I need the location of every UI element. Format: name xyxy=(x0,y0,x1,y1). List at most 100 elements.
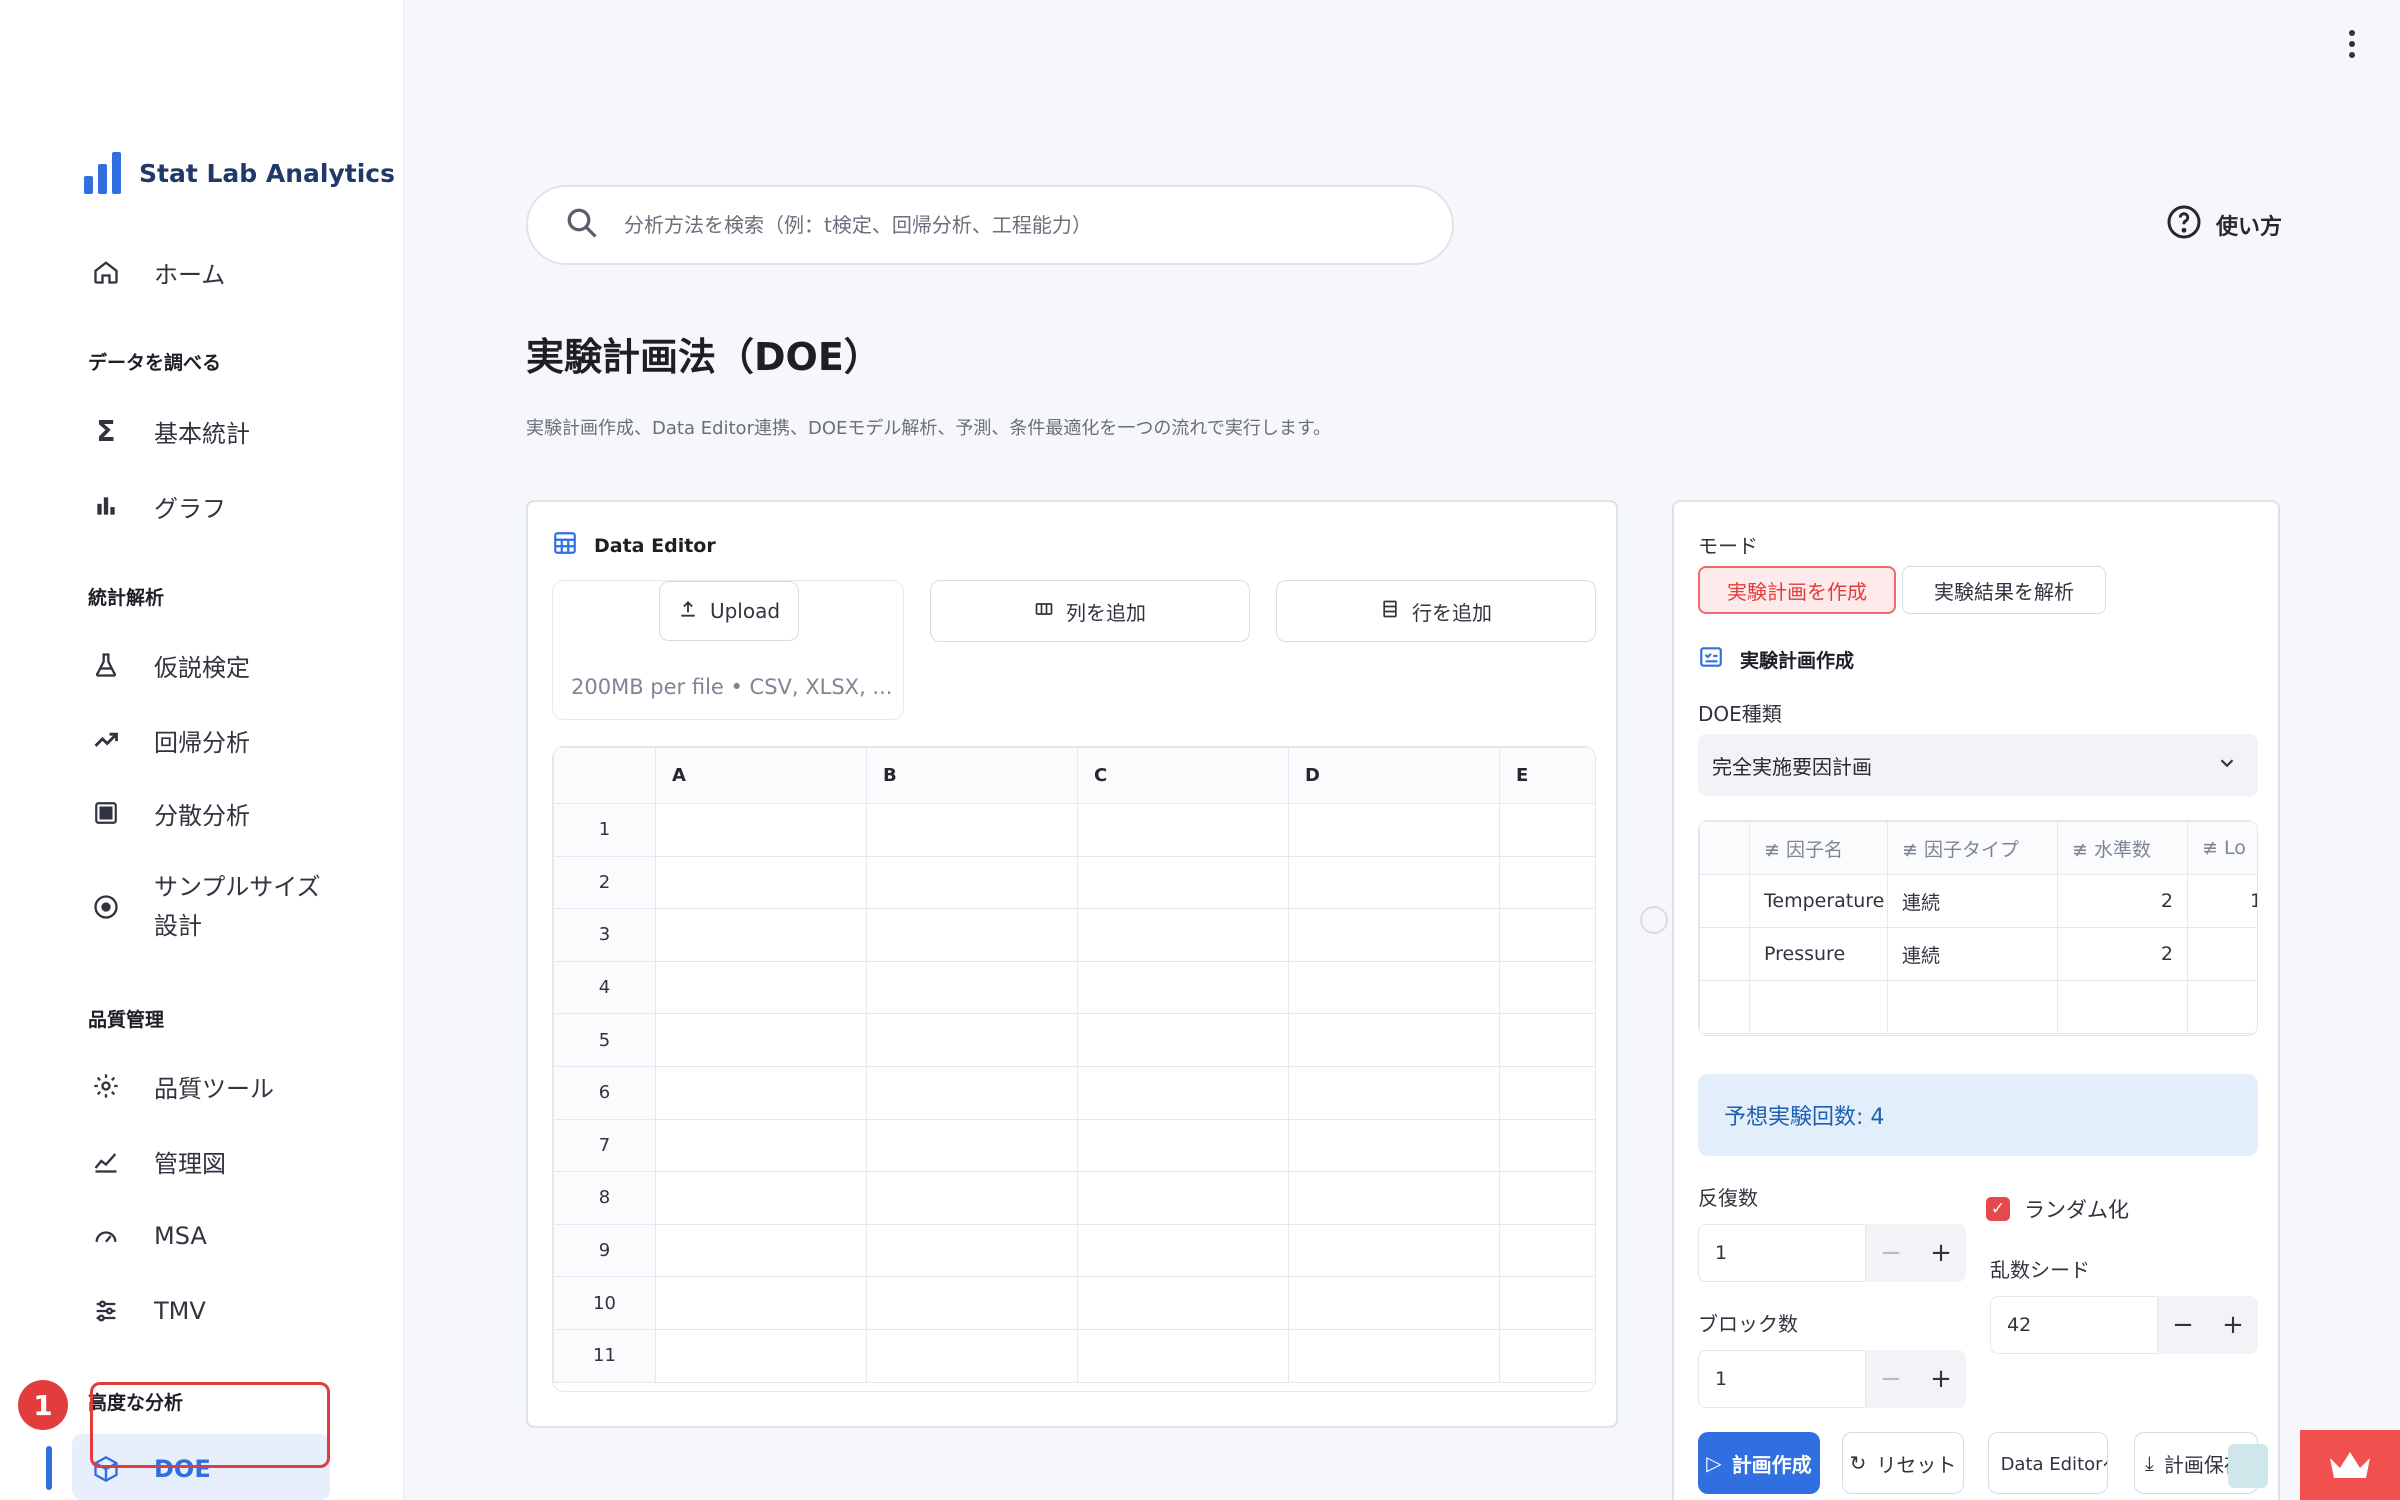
factor-name-cell[interactable]: Pressure xyxy=(1749,927,1888,981)
grid-cell[interactable] xyxy=(1077,803,1289,857)
grid-cell[interactable] xyxy=(866,1065,1078,1120)
column-header[interactable]: E xyxy=(1499,747,1595,804)
factor-type-cell[interactable] xyxy=(1887,980,2058,1034)
mode-analyze-toggle[interactable]: 実験結果を解析 xyxy=(1902,566,2106,614)
grid-cell[interactable] xyxy=(1077,960,1289,1015)
data-grid[interactable]: A B C D E 1 2 3 4 5 6 7 8 9 10 11 xyxy=(552,746,1596,1392)
factor-levels-cell[interactable] xyxy=(2057,980,2188,1034)
grid-cell[interactable] xyxy=(1077,908,1289,962)
sidebar-item-basic-stats[interactable]: Σ 基本統計 xyxy=(84,409,250,453)
grid-cell[interactable] xyxy=(866,1276,1078,1330)
grid-cell[interactable] xyxy=(655,1276,867,1330)
brand[interactable]: Stat Lab Analytics xyxy=(84,152,395,194)
grid-cell[interactable] xyxy=(1288,1223,1500,1278)
upload-dropzone[interactable]: Upload 200MB per file • CSV, XLSX, ... xyxy=(552,580,904,720)
grid-cell[interactable] xyxy=(1499,1276,1595,1330)
seed-input[interactable]: 42 xyxy=(1990,1296,2158,1354)
send-to-editor-button[interactable]: + Data Editorへ xyxy=(1988,1432,2108,1494)
factor-low-cell[interactable] xyxy=(2187,927,2257,981)
increment-icon[interactable]: + xyxy=(1916,1238,1966,1268)
grid-cell[interactable] xyxy=(866,960,1078,1015)
grid-cell[interactable] xyxy=(655,1328,867,1383)
grid-cell[interactable] xyxy=(1499,855,1595,910)
create-plan-button[interactable]: ▷ 計画作成 xyxy=(1698,1432,1820,1494)
doe-type-select[interactable]: 完全実施要因計画 xyxy=(1698,734,2258,796)
grid-cell[interactable] xyxy=(1499,908,1595,962)
seed-stepper[interactable]: 42 − + xyxy=(1990,1296,2258,1354)
blocks-input[interactable]: 1 xyxy=(1698,1350,1866,1408)
replicates-stepper[interactable]: 1 − + xyxy=(1698,1224,1966,1282)
add-row-button[interactable]: 行を追加 xyxy=(1276,580,1596,642)
column-header[interactable]: ≢ 水準数 xyxy=(2057,821,2188,875)
grid-cell[interactable] xyxy=(1499,960,1595,1015)
mode-create-toggle[interactable]: 実験計画を作成 xyxy=(1698,566,1896,614)
grid-cell[interactable] xyxy=(1288,855,1500,910)
increment-icon[interactable]: + xyxy=(1916,1364,1966,1394)
column-header[interactable]: C xyxy=(1077,747,1289,804)
grid-cell[interactable] xyxy=(655,1118,867,1173)
factor-name-cell[interactable] xyxy=(1749,980,1888,1034)
crown-icon[interactable] xyxy=(2300,1430,2400,1500)
grid-cell[interactable] xyxy=(1288,908,1500,962)
factor-type-cell[interactable]: 連続 xyxy=(1887,874,2058,928)
column-header[interactable]: ≢ Lo xyxy=(2187,821,2257,875)
grid-cell[interactable] xyxy=(1077,1328,1289,1383)
grid-cell[interactable] xyxy=(1288,1118,1500,1173)
grid-cell[interactable] xyxy=(1077,1223,1289,1278)
factor-type-cell[interactable]: 連続 xyxy=(1887,927,2058,981)
sidebar-item-msa[interactable]: MSA xyxy=(84,1214,207,1258)
blocks-stepper[interactable]: 1 − + xyxy=(1698,1350,1966,1408)
grid-cell[interactable] xyxy=(1288,1171,1500,1225)
grid-cell[interactable] xyxy=(1077,1171,1289,1225)
factor-table[interactable]: ≢ 因子名 ≢ 因子タイプ ≢ 水準数 ≢ Lo Temperature 連続 … xyxy=(1698,820,2258,1036)
sidebar-item-anova[interactable]: 分散分析 xyxy=(84,791,250,835)
factor-levels-cell[interactable]: 2 xyxy=(2057,874,2188,928)
sidebar-item-control-chart[interactable]: 管理図 xyxy=(84,1139,226,1183)
replicates-input[interactable]: 1 xyxy=(1698,1224,1866,1282)
grid-cell[interactable] xyxy=(1499,803,1595,857)
grid-cell[interactable] xyxy=(655,1013,867,1067)
grid-cell[interactable] xyxy=(866,1171,1078,1225)
grid-cell[interactable] xyxy=(1499,1328,1595,1383)
column-header[interactable]: A xyxy=(655,747,867,804)
increment-icon[interactable]: + xyxy=(2208,1310,2258,1340)
column-header[interactable]: ≢ 因子名 xyxy=(1749,821,1888,875)
sidebar-item-regression[interactable]: 回帰分析 xyxy=(84,718,250,762)
factor-name-cell[interactable]: Temperature xyxy=(1749,874,1888,928)
column-header[interactable]: ≢ 因子タイプ xyxy=(1887,821,2058,875)
sidebar-item-tmv[interactable]: TMV xyxy=(84,1289,206,1333)
panel-resize-handle[interactable] xyxy=(1640,906,1668,934)
grid-cell[interactable] xyxy=(1077,1276,1289,1330)
grid-cell[interactable] xyxy=(1288,803,1500,857)
decrement-icon[interactable]: − xyxy=(1866,1364,1916,1394)
grid-cell[interactable] xyxy=(866,855,1078,910)
grid-cell[interactable] xyxy=(1288,1013,1500,1067)
grid-cell[interactable] xyxy=(655,908,867,962)
grid-cell[interactable] xyxy=(866,1223,1078,1278)
grid-cell[interactable] xyxy=(655,855,867,910)
grid-cell[interactable] xyxy=(1499,1065,1595,1120)
grid-cell[interactable] xyxy=(1288,1065,1500,1120)
grid-cell[interactable] xyxy=(1499,1171,1595,1225)
factor-low-cell[interactable]: 1 xyxy=(2187,874,2257,928)
factor-low-cell[interactable] xyxy=(2187,980,2257,1034)
grid-cell[interactable] xyxy=(1288,1328,1500,1383)
grid-cell[interactable] xyxy=(655,1065,867,1120)
sidebar-item-graph[interactable]: グラフ xyxy=(84,484,226,528)
grid-cell[interactable] xyxy=(1077,1065,1289,1120)
search-bar[interactable] xyxy=(526,185,1454,265)
assistant-avatar-icon[interactable] xyxy=(2228,1444,2268,1488)
grid-cell[interactable] xyxy=(866,1328,1078,1383)
randomize-checkbox[interactable]: ✓ ランダム化 xyxy=(1986,1194,2129,1224)
grid-cell[interactable] xyxy=(866,1118,1078,1173)
grid-cell[interactable] xyxy=(1499,1223,1595,1278)
grid-cell[interactable] xyxy=(866,1013,1078,1067)
grid-cell[interactable] xyxy=(866,908,1078,962)
sidebar-item-quality-tools[interactable]: 品質ツール xyxy=(84,1064,274,1108)
reset-button[interactable]: ↻ リセット xyxy=(1842,1432,1964,1494)
help-button[interactable]: 使い方 xyxy=(2166,204,2282,246)
factor-levels-cell[interactable]: 2 xyxy=(2057,927,2188,981)
search-input[interactable] xyxy=(624,213,1404,237)
grid-cell[interactable] xyxy=(1499,1013,1595,1067)
grid-cell[interactable] xyxy=(866,803,1078,857)
